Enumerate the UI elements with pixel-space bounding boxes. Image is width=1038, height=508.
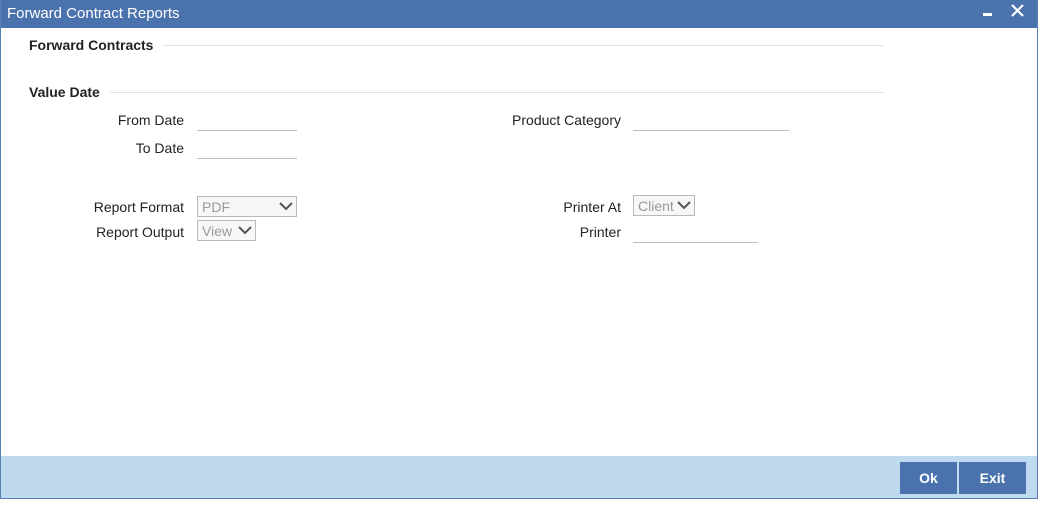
footer-bar: Ok Exit: [1, 456, 1037, 498]
section-value-date: Value Date: [29, 84, 110, 100]
report-format-select[interactable]: PDF: [197, 196, 297, 217]
printer-label: Printer: [579, 224, 621, 240]
printer-at-select[interactable]: Client: [633, 195, 695, 216]
report-format-value: PDF: [202, 199, 230, 215]
to-date-input[interactable]: [197, 139, 297, 159]
minimize-button[interactable]: [977, 2, 999, 24]
report-window: Forward Contract Reports Forward Contrac…: [0, 0, 1038, 499]
exit-button[interactable]: Exit: [959, 462, 1026, 494]
title-bar: Forward Contract Reports: [1, 0, 1037, 28]
window-title: Forward Contract Reports: [7, 5, 180, 22]
close-button[interactable]: [1007, 2, 1029, 24]
chevron-down-icon: [677, 201, 691, 210]
chevron-down-icon: [279, 202, 293, 211]
from-date-input[interactable]: [197, 111, 297, 131]
report-output-select[interactable]: View: [197, 220, 256, 241]
from-date-label: From Date: [117, 112, 184, 128]
report-format-label: Report Format: [93, 199, 184, 215]
to-date-label: To Date: [135, 140, 184, 156]
printer-input[interactable]: [633, 223, 758, 243]
printer-at-value: Client: [638, 198, 674, 214]
ok-button[interactable]: Ok: [900, 462, 957, 494]
report-output-value: View: [202, 223, 233, 239]
product-category-input[interactable]: [633, 111, 789, 131]
minimize-icon: [983, 13, 992, 16]
printer-at-label: Printer At: [563, 199, 621, 215]
section-forward-contracts: Forward Contracts: [29, 37, 164, 53]
chevron-down-icon: [238, 226, 252, 235]
product-category-label: Product Category: [512, 112, 621, 128]
close-icon: [1011, 4, 1024, 17]
section-divider: [29, 92, 884, 93]
report-output-label: Report Output: [96, 224, 184, 240]
